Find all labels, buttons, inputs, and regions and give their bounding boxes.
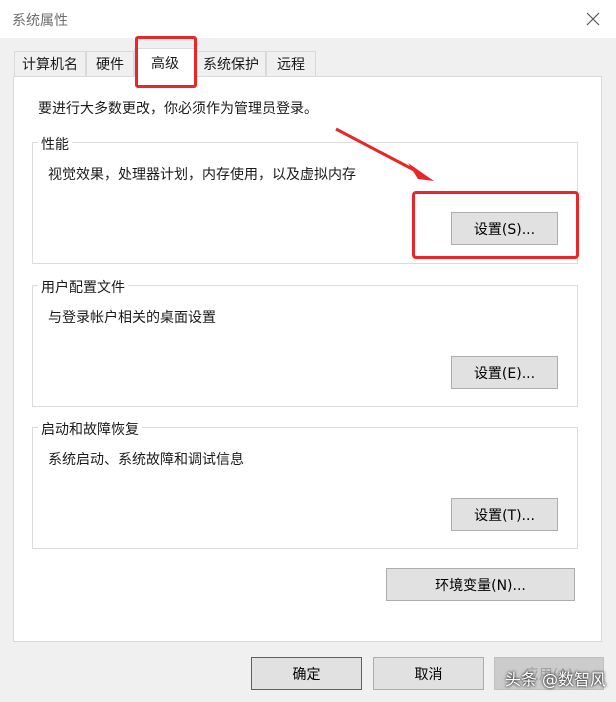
ok-button[interactable]: 确定	[251, 657, 362, 690]
annotation-tab-highlight	[135, 36, 197, 88]
cancel-button[interactable]: 取消	[373, 657, 484, 690]
arrow-icon	[335, 127, 434, 181]
tab-remote[interactable]: 远程	[266, 51, 316, 76]
startup-recovery-settings-button[interactable]: 设置(T)...	[451, 498, 558, 531]
title-bar: 系统属性	[0, 0, 616, 38]
admin-note: 要进行大多数更改，你必须作为管理员登录。	[38, 101, 318, 117]
watermark: 头条 @数智风	[504, 670, 606, 689]
user-profiles-settings-button[interactable]: 设置(E)...	[451, 356, 558, 389]
tab-hardware[interactable]: 硬件	[86, 51, 134, 76]
close-button[interactable]	[570, 0, 616, 38]
tab-computer-name[interactable]: 计算机名	[14, 51, 86, 76]
startup-recovery-group-title: 启动和故障恢复	[38, 419, 142, 439]
startup-recovery-description: 系统启动、系统故障和调试信息	[48, 452, 244, 468]
user-profiles-group-title: 用户配置文件	[38, 277, 128, 297]
system-properties-window: 系统属性 计算机名 硬件 高级 系统保护 远程 要进行大多数更改，你必须作为管理…	[0, 0, 616, 702]
performance-group-title: 性能	[38, 134, 72, 154]
window-title: 系统属性	[12, 13, 68, 29]
tab-system-protection[interactable]: 系统保护	[196, 51, 266, 76]
performance-description: 视觉效果，处理器计划，内存使用，以及虚拟内存	[48, 167, 356, 183]
environment-variables-button[interactable]: 环境变量(N)...	[386, 568, 575, 601]
close-icon	[586, 12, 600, 26]
user-profiles-description: 与登录帐户相关的桌面设置	[48, 310, 216, 326]
annotation-highlight-box	[412, 191, 579, 259]
